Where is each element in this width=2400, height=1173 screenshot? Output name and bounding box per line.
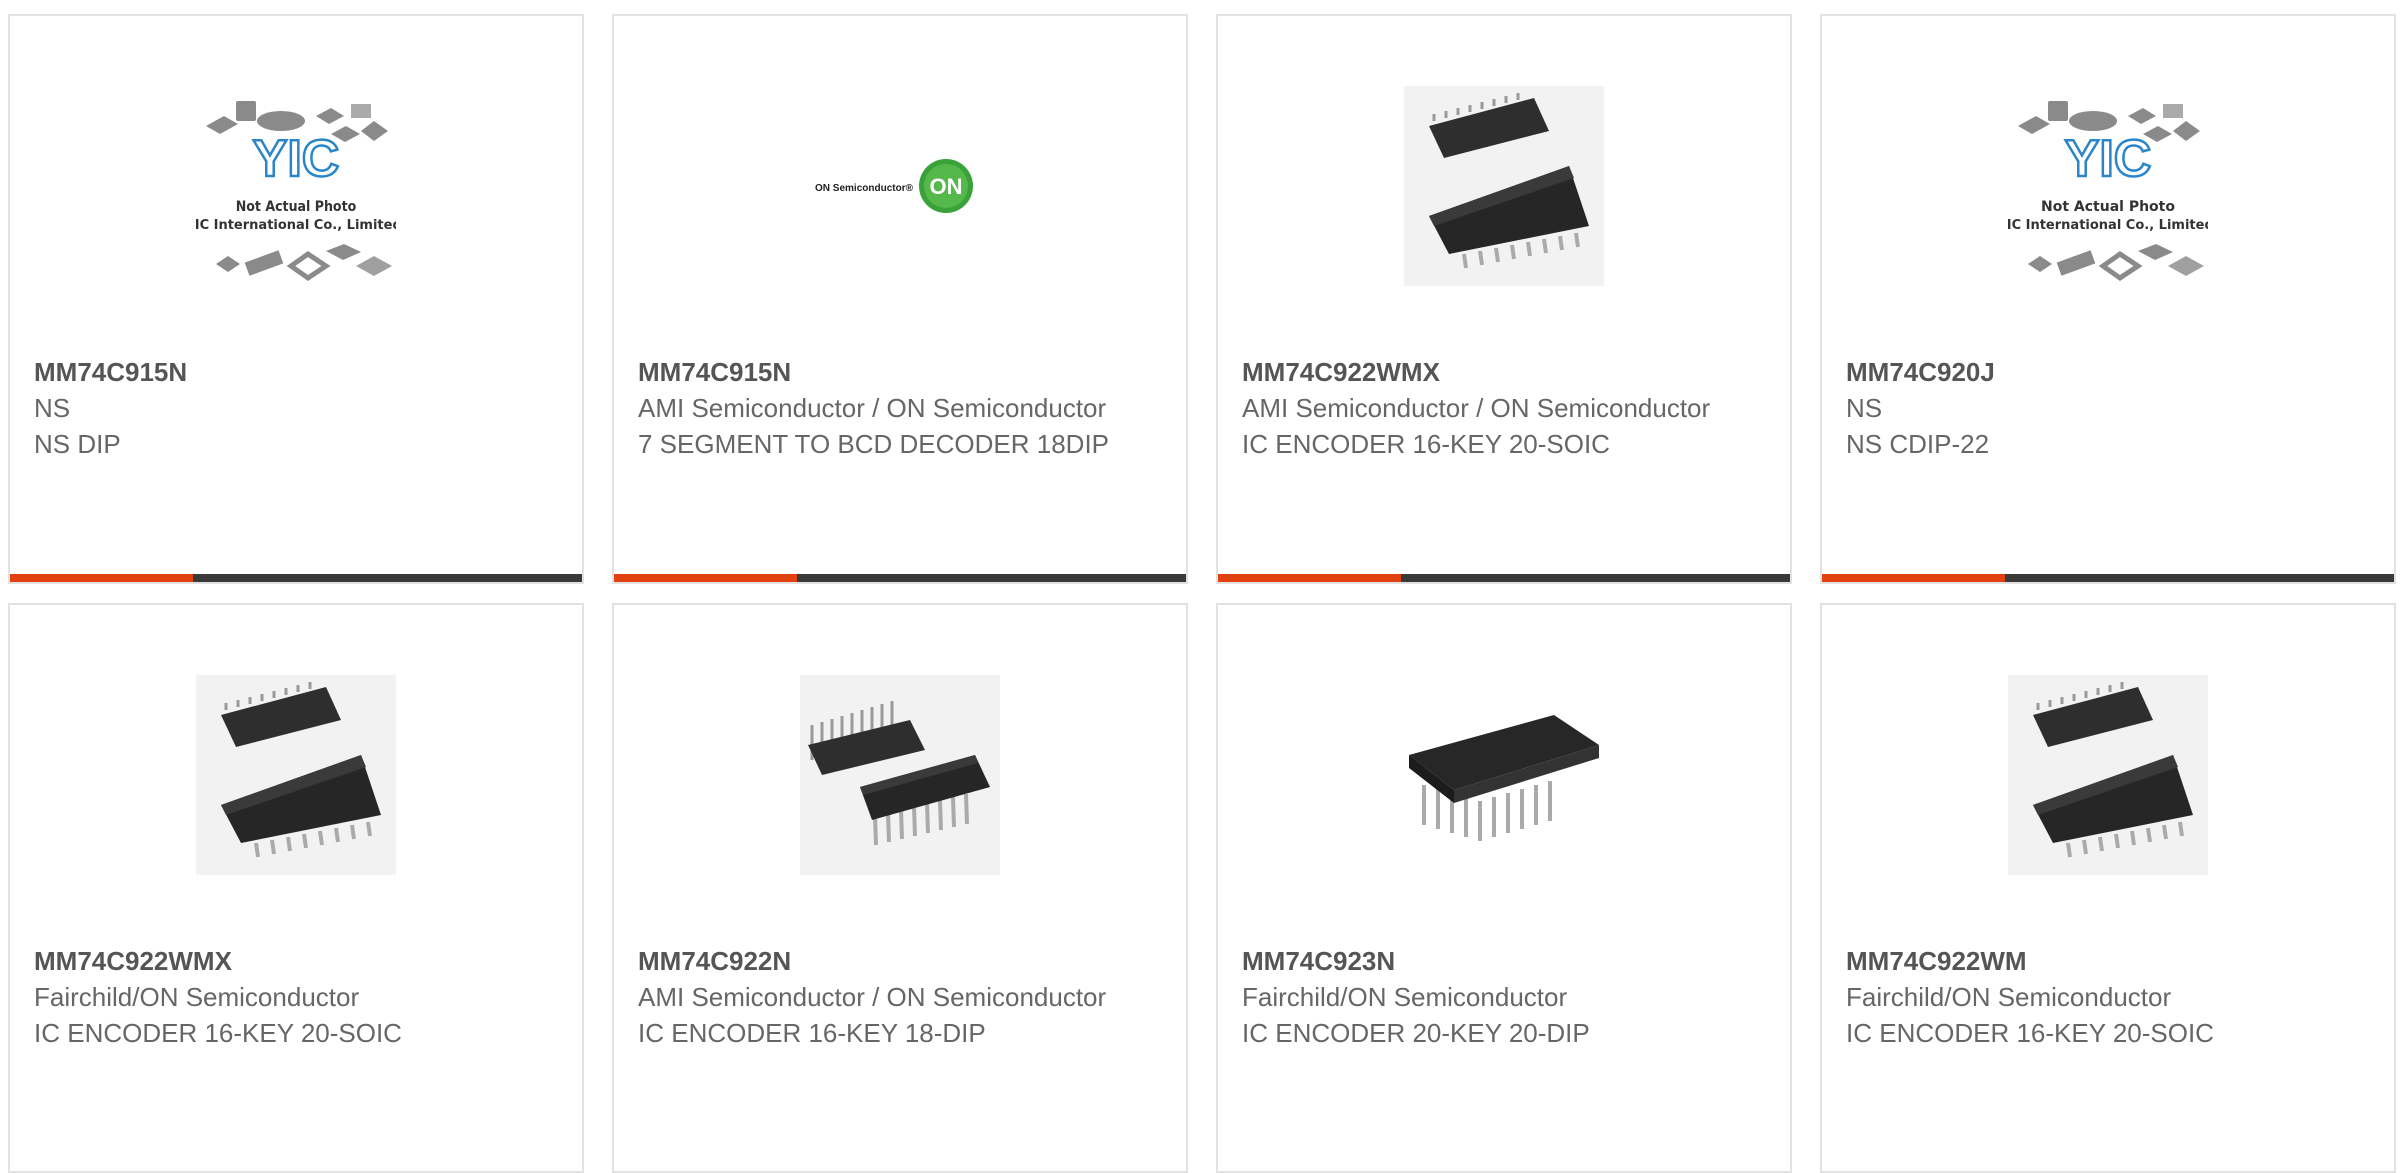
soic-chip-image bbox=[2008, 675, 2208, 875]
manufacturer: AMI Semiconductor / ON Semiconductor bbox=[1242, 393, 1711, 423]
product-card[interactable]: MM74C922WMX AMI Semiconductor / ON Semic… bbox=[1216, 14, 1792, 584]
part-number[interactable]: MM74C923N bbox=[1242, 943, 1766, 979]
not-actual-photo-text: Not Actual Photo bbox=[236, 199, 357, 215]
part-number[interactable]: MM74C922N bbox=[638, 943, 1162, 979]
product-card[interactable]: MM74C922WMX Fairchild/ON Semiconductor I… bbox=[8, 603, 584, 1173]
card-accent-bar bbox=[1218, 574, 1401, 582]
yic-logo-icon: YIC bbox=[253, 130, 340, 188]
part-number[interactable]: MM74C922WM bbox=[1846, 943, 2370, 979]
card-accent-bar bbox=[614, 574, 797, 582]
product-card[interactable]: ON Semiconductor® ON MM74C915N AMI Semic… bbox=[612, 14, 1188, 584]
card-bottom-bar bbox=[614, 574, 1186, 582]
part-number[interactable]: MM74C922WMX bbox=[34, 943, 558, 979]
yic-placeholder-image: YIC Not Actual Photo YIC International C… bbox=[2008, 86, 2208, 286]
card-accent-bar bbox=[1822, 574, 2005, 582]
yic-logo-icon: YIC bbox=[2065, 130, 2152, 188]
on-badge-icon: ON bbox=[930, 174, 963, 199]
description: IC ENCODER 16-KEY 18-DIP bbox=[638, 1018, 986, 1048]
description: NS CDIP-22 bbox=[1846, 429, 1990, 459]
part-number[interactable]: MM74C922WMX bbox=[1242, 354, 1766, 390]
description: IC ENCODER 16-KEY 20-SOIC bbox=[1846, 1018, 2214, 1048]
dip-chip-image bbox=[1404, 675, 1604, 875]
description: IC ENCODER 16-KEY 20-SOIC bbox=[1242, 429, 1610, 459]
description: NS DIP bbox=[34, 429, 121, 459]
card-bottom-bar bbox=[1822, 574, 2394, 582]
product-card[interactable]: MM74C923N Fairchild/ON Semiconductor IC … bbox=[1216, 603, 1792, 1173]
soic-chip-image bbox=[196, 675, 396, 875]
product-card[interactable]: YIC Not Actual Photo YIC International C… bbox=[1820, 14, 2396, 584]
dip-chip-image bbox=[800, 675, 1000, 875]
part-number[interactable]: MM74C920J bbox=[1846, 354, 2370, 390]
manufacturer: Fairchild/ON Semiconductor bbox=[1242, 982, 1568, 1012]
soic-chip-image bbox=[1404, 86, 1604, 286]
part-number[interactable]: MM74C915N bbox=[638, 354, 1162, 390]
yic-company-text: YIC International Co., Limited. bbox=[196, 218, 396, 233]
part-number[interactable]: MM74C915N bbox=[34, 354, 558, 390]
card-accent-bar bbox=[10, 574, 193, 582]
yic-company-text: YIC International Co., Limited. bbox=[2008, 218, 2208, 233]
manufacturer: NS bbox=[1846, 393, 1883, 423]
description: 7 SEGMENT TO BCD DECODER 18DIP bbox=[638, 429, 1110, 459]
yic-placeholder-image: YIC Not Actual Photo YIC International C… bbox=[196, 86, 396, 286]
on-semiconductor-text: ON Semiconductor® bbox=[815, 183, 914, 194]
manufacturer: NS bbox=[34, 393, 71, 423]
on-semiconductor-logo-image: ON Semiconductor® ON bbox=[800, 86, 1000, 286]
card-bottom-bar bbox=[1218, 574, 1790, 582]
product-card[interactable]: YIC Not Actual Photo YIC International C… bbox=[8, 14, 584, 584]
product-card[interactable]: MM74C922WM Fairchild/ON Semiconductor IC… bbox=[1820, 603, 2396, 1173]
description: IC ENCODER 16-KEY 20-SOIC bbox=[34, 1018, 402, 1048]
product-card[interactable]: MM74C922N AMI Semiconductor / ON Semicon… bbox=[612, 603, 1188, 1173]
card-bottom-bar bbox=[10, 574, 582, 582]
manufacturer: AMI Semiconductor / ON Semiconductor bbox=[638, 393, 1107, 423]
manufacturer: Fairchild/ON Semiconductor bbox=[1846, 982, 2172, 1012]
manufacturer: AMI Semiconductor / ON Semiconductor bbox=[638, 982, 1107, 1012]
manufacturer: Fairchild/ON Semiconductor bbox=[34, 982, 360, 1012]
not-actual-photo-text: Not Actual Photo bbox=[2041, 199, 2175, 215]
description: IC ENCODER 20-KEY 20-DIP bbox=[1242, 1018, 1590, 1048]
